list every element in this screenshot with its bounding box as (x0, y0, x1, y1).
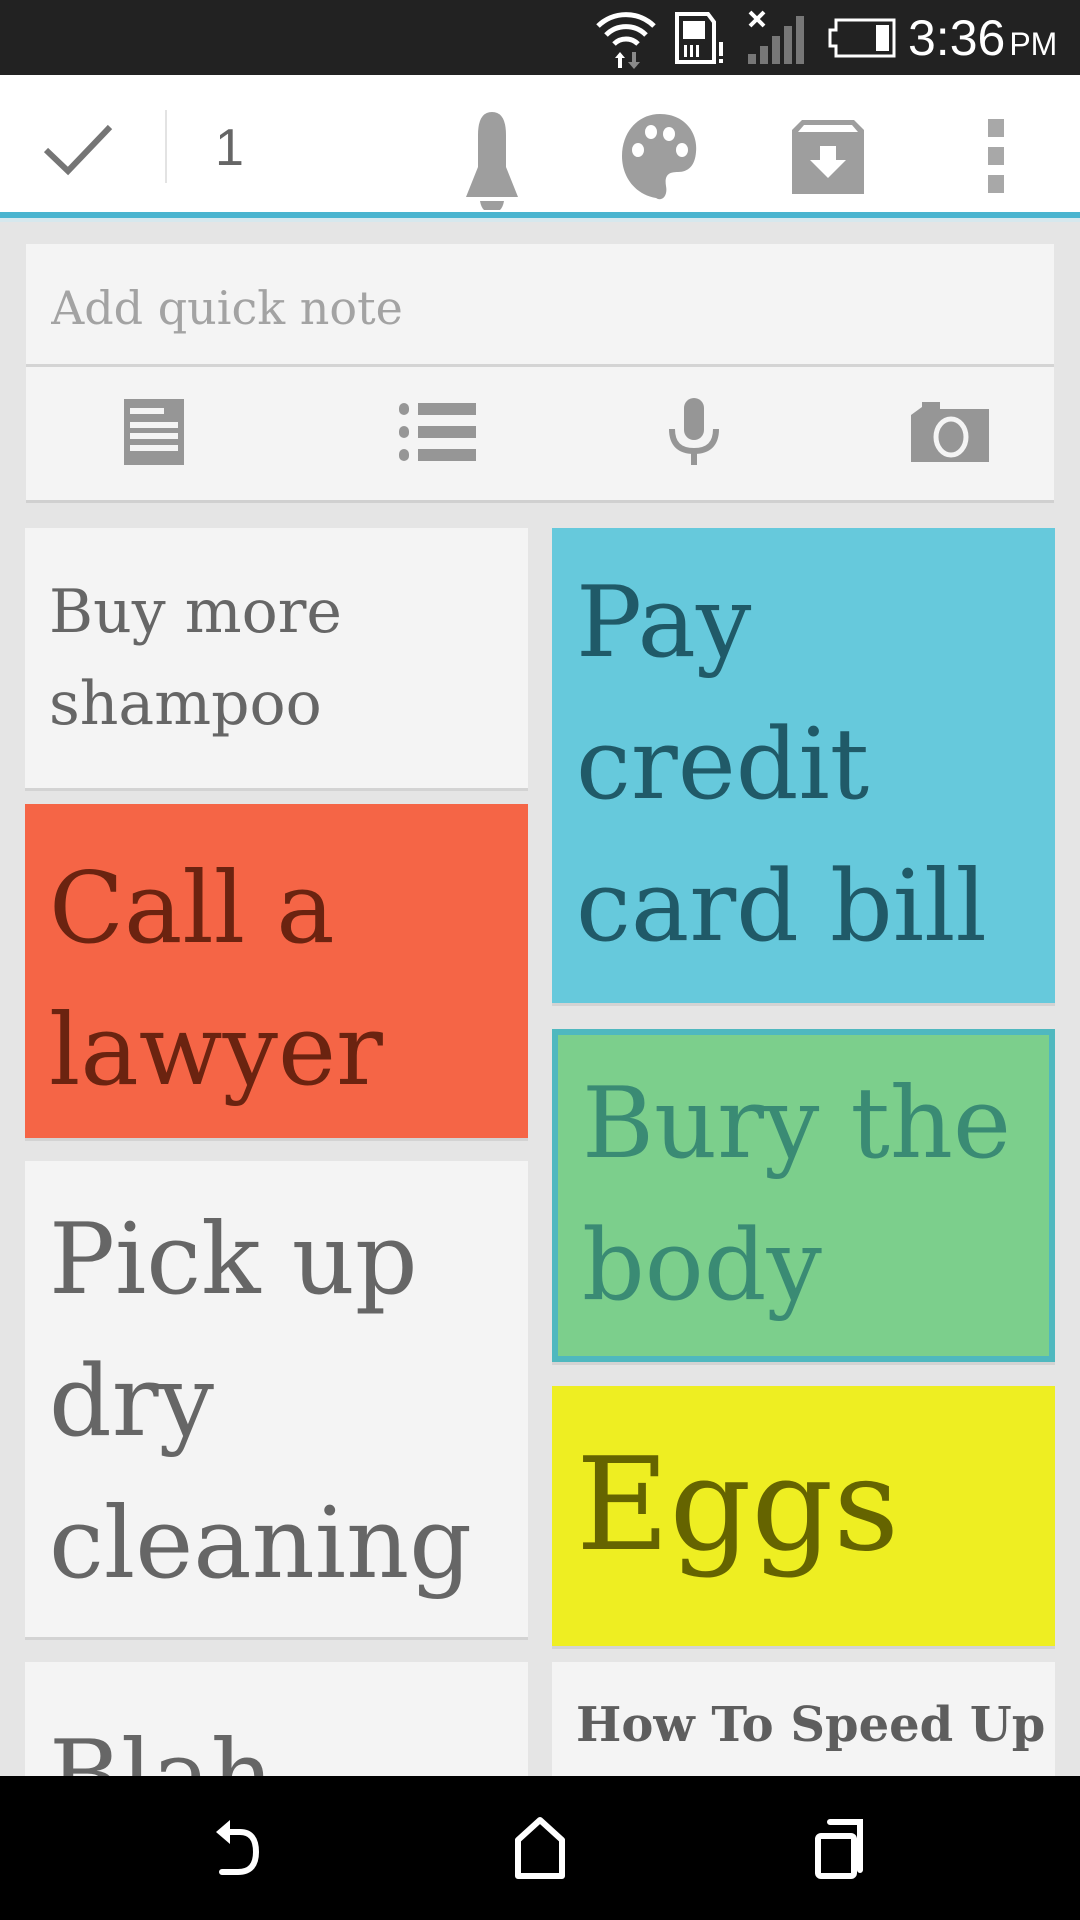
done-button[interactable] (28, 105, 128, 190)
note-text: Eggs (576, 1426, 1035, 1586)
back-button[interactable] (178, 1808, 298, 1888)
note-text: Pick up dry cleaning (49, 1189, 508, 1615)
bell-icon (466, 112, 518, 213)
quick-note-card (26, 244, 1054, 500)
new-text-note-button[interactable] (94, 374, 214, 490)
note-card-selected[interactable]: Bury the body (552, 1029, 1055, 1362)
palette-icon (622, 114, 697, 200)
signal-no-service-icon (748, 10, 804, 64)
note-text: Pay credit card bill (576, 552, 1035, 978)
note-line: body (582, 1209, 822, 1323)
camera-icon (911, 402, 989, 462)
ampm-text: PM (1009, 26, 1058, 62)
time-text: 3:36 (908, 10, 1006, 66)
selected-count: 1 (215, 119, 244, 177)
recents-button[interactable] (780, 1808, 900, 1888)
note-card[interactable]: Blah (25, 1662, 528, 1776)
note-line: dry (49, 1345, 214, 1459)
note-line: credit (576, 708, 870, 822)
quick-note-input[interactable] (26, 244, 1054, 364)
list-icon (399, 403, 476, 461)
note-card[interactable]: Eggs (552, 1386, 1055, 1646)
home-button[interactable] (480, 1808, 600, 1888)
quick-note-divider (26, 364, 1054, 367)
more-vert-icon (988, 119, 1004, 193)
wifi-icon (596, 12, 656, 69)
note-line: shampoo (49, 669, 322, 739)
note-card[interactable]: Pick up dry cleaning (25, 1161, 528, 1637)
note-text: Bury the body (582, 1053, 1029, 1337)
status-time: 3:36 PM (908, 10, 1057, 72)
archive-icon (792, 120, 864, 194)
back-icon (216, 1820, 260, 1875)
microphone-icon (669, 398, 719, 465)
note-card[interactable]: How To Speed Up (552, 1662, 1055, 1776)
selection-toolbar (0, 75, 1080, 214)
voice-note-button[interactable] (634, 374, 754, 490)
note-line: Call a (49, 852, 335, 966)
note-text: How To Speed Up (576, 1692, 1046, 1758)
note-text: Call a lawyer (49, 838, 508, 1122)
reminder-button[interactable] (452, 105, 532, 213)
recents-icon (815, 1819, 863, 1879)
text-note-icon (124, 399, 184, 465)
navigation-bar (0, 1776, 1080, 1920)
note-line: Buy more (49, 577, 342, 647)
note-card[interactable]: Pay credit card bill (552, 528, 1055, 1003)
archive-button[interactable] (788, 116, 868, 198)
sim-card-alert-icon (675, 12, 723, 64)
note-line: Blah (49, 1706, 508, 1776)
checkmark-icon (43, 124, 113, 176)
note-text: Buy more shampoo (49, 566, 508, 750)
note-line: card bill (576, 850, 987, 964)
note-line: How To Speed Up (576, 1697, 1046, 1753)
new-list-button[interactable] (378, 374, 498, 490)
note-card[interactable]: Buy more shampoo (25, 528, 528, 788)
photo-note-button[interactable] (890, 374, 1010, 490)
toolbar-divider (165, 110, 167, 183)
note-card[interactable]: Call a lawyer (25, 804, 528, 1138)
note-line: Eggs (576, 1431, 899, 1580)
color-button[interactable] (618, 110, 702, 205)
status-bar: 3:36 PM (0, 0, 1080, 75)
toolbar-shadow (0, 218, 1080, 222)
note-line: lawyer (49, 994, 383, 1108)
more-options-button[interactable] (970, 115, 1022, 200)
home-icon (515, 1817, 565, 1879)
battery-icon (828, 18, 896, 58)
note-line: Pick up (49, 1203, 418, 1317)
note-line: cleaning (49, 1487, 472, 1601)
note-line: Bury the (582, 1067, 1011, 1181)
note-text: Blah (49, 1706, 508, 1776)
note-line: Pay (576, 566, 752, 680)
